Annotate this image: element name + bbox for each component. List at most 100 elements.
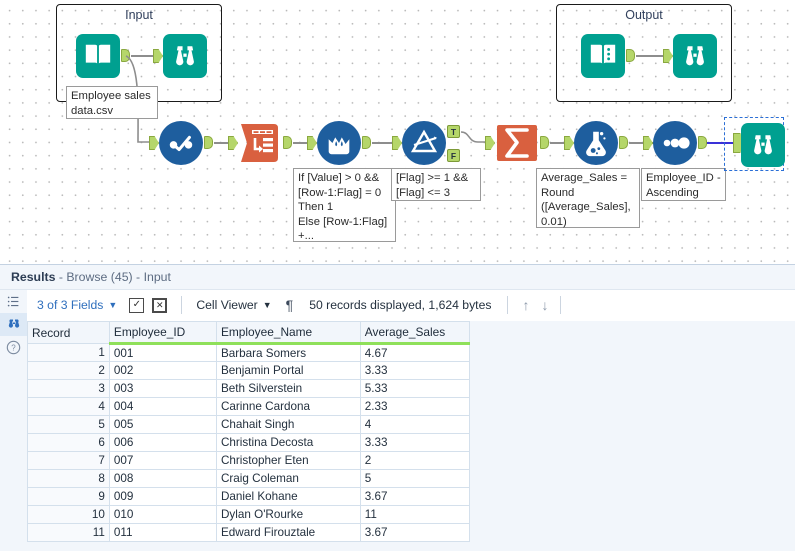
cell-id[interactable]: 007 (108, 451, 217, 470)
cell-rec[interactable]: 10 (27, 505, 110, 524)
cell-avg[interactable]: 3.67 (359, 523, 471, 542)
scroll-up-button[interactable]: ↑ (522, 297, 529, 313)
cell-viewer-dropdown[interactable]: Cell Viewer ▼ (196, 298, 271, 312)
list-view-icon[interactable] (0, 290, 27, 313)
cell-rec[interactable]: 3 (27, 379, 110, 398)
data-cleansing-tool[interactable] (317, 121, 361, 165)
cell-id[interactable]: 003 (108, 379, 217, 398)
cell-rec[interactable]: 5 (27, 415, 110, 434)
cell-rec[interactable]: 7 (27, 451, 110, 470)
browse-tool-input[interactable] (163, 34, 207, 78)
filter-input-anchor[interactable] (392, 136, 402, 150)
cell-name[interactable]: Craig Coleman (215, 469, 361, 488)
cell-name[interactable]: Christina Decosta (215, 433, 361, 452)
input-data-tool[interactable] (76, 34, 120, 78)
table-row[interactable]: 5 005 Chahait Singh 4 (27, 415, 471, 434)
browse-tool-output[interactable] (673, 34, 717, 78)
browse-tool-final[interactable] (741, 123, 785, 167)
cell-avg[interactable]: 11 (359, 505, 471, 524)
table-row[interactable]: 9 009 Daniel Kohane 3.67 (27, 487, 471, 506)
filter-tool[interactable] (402, 121, 446, 165)
cell-name[interactable]: Dylan O'Rourke (215, 505, 361, 524)
cell-name[interactable]: Benjamin Portal (215, 361, 361, 380)
cell-id[interactable]: 008 (108, 469, 217, 488)
table-row[interactable]: 8 008 Craig Coleman 5 (27, 469, 471, 488)
cell-id[interactable]: 004 (108, 397, 217, 416)
cell-name[interactable]: Carinne Cardona (215, 397, 361, 416)
table-row[interactable]: 2 002 Benjamin Portal 3.33 (27, 361, 471, 380)
formula-tool[interactable] (574, 121, 618, 165)
cell-name[interactable]: Chahait Singh (215, 415, 361, 434)
cell-avg[interactable]: 3.33 (359, 361, 471, 380)
mrf-output-anchor[interactable] (283, 136, 292, 149)
output-data-output-anchor[interactable] (626, 49, 635, 62)
select-input-anchor[interactable] (149, 136, 159, 150)
cell-id[interactable]: 011 (108, 523, 217, 542)
cell-avg[interactable]: 3.67 (359, 487, 471, 506)
help-icon[interactable]: ? (0, 336, 27, 359)
filter-false-anchor[interactable]: F (447, 149, 460, 162)
table-row[interactable]: 11 011 Edward Firouztale 3.67 (27, 523, 471, 542)
select-all-fields-button[interactable]: ✓ (129, 297, 145, 313)
cell-name[interactable]: Barbara Somers (215, 343, 361, 362)
cleanse-input-anchor[interactable] (307, 136, 317, 150)
output-data-tool[interactable] (581, 34, 625, 78)
browse-icon[interactable] (0, 313, 27, 336)
cell-avg[interactable]: 5 (359, 469, 471, 488)
cell-rec[interactable]: 6 (27, 433, 110, 452)
workflow-canvas[interactable]: Input Output Employee sales data.csv If … (0, 0, 795, 264)
table-row[interactable]: 3 003 Beth Silverstein 5.33 (27, 379, 471, 398)
mrf-input-anchor[interactable] (228, 136, 238, 150)
cell-rec[interactable]: 11 (27, 523, 110, 542)
multi-row-formula-tool[interactable] (238, 121, 282, 165)
formula-output-anchor[interactable] (619, 136, 628, 149)
sort-input-anchor[interactable] (643, 136, 653, 150)
filter-true-anchor[interactable]: T (447, 125, 460, 138)
table-row[interactable]: 7 007 Christopher Eten 2 (27, 451, 471, 470)
cell-name[interactable]: Edward Firouztale (215, 523, 361, 542)
input-data-output-anchor[interactable] (121, 49, 130, 62)
select-output-anchor[interactable] (204, 136, 213, 149)
cell-id[interactable]: 006 (108, 433, 217, 452)
column-header-employee-name[interactable]: Employee_Name (215, 321, 361, 345)
deselect-all-fields-button[interactable]: ✕ (152, 297, 168, 313)
table-row[interactable]: 10 010 Dylan O'Rourke 11 (27, 505, 471, 524)
summarize-output-anchor[interactable] (540, 136, 549, 149)
pilcrow-button[interactable]: ¶ (286, 297, 294, 313)
column-header-employee-id[interactable]: Employee_ID (108, 321, 217, 345)
cell-name[interactable]: Beth Silverstein (215, 379, 361, 398)
fields-dropdown[interactable]: 3 of 3 Fields ▼ (37, 298, 117, 312)
cell-avg[interactable]: 4.67 (359, 343, 471, 362)
cell-id[interactable]: 001 (108, 343, 217, 362)
select-tool[interactable] (159, 121, 203, 165)
cell-rec[interactable]: 8 (27, 469, 110, 488)
column-header-record[interactable]: Record (27, 321, 110, 344)
results-table-wrap[interactable]: Record Employee_ID Employee_Name Average… (27, 321, 795, 551)
cell-rec[interactable]: 1 (27, 343, 110, 362)
column-header-average-sales[interactable]: Average_Sales (359, 321, 471, 345)
cell-avg[interactable]: 3.33 (359, 433, 471, 452)
scroll-down-button[interactable]: ↓ (541, 297, 548, 313)
cleanse-output-anchor[interactable] (362, 136, 371, 149)
cell-rec[interactable]: 9 (27, 487, 110, 506)
cell-id[interactable]: 002 (108, 361, 217, 380)
cell-id[interactable]: 009 (108, 487, 217, 506)
summarize-tool[interactable] (495, 121, 539, 165)
cell-name[interactable]: Christopher Eten (215, 451, 361, 470)
sort-tool[interactable] (653, 121, 697, 165)
table-row[interactable]: 6 006 Christina Decosta 3.33 (27, 433, 471, 452)
table-row[interactable]: 1 001 Barbara Somers 4.67 (27, 343, 471, 362)
cell-avg[interactable]: 5.33 (359, 379, 471, 398)
cell-name[interactable]: Daniel Kohane (215, 487, 361, 506)
cell-rec[interactable]: 4 (27, 397, 110, 416)
table-row[interactable]: 4 004 Carinne Cardona 2.33 (27, 397, 471, 416)
cell-id[interactable]: 005 (108, 415, 217, 434)
sort-output-anchor[interactable] (698, 136, 707, 149)
cell-rec[interactable]: 2 (27, 361, 110, 380)
cell-avg[interactable]: 2.33 (359, 397, 471, 416)
cell-avg[interactable]: 2 (359, 451, 471, 470)
cell-avg[interactable]: 4 (359, 415, 471, 434)
formula-input-anchor[interactable] (564, 136, 574, 150)
cell-id[interactable]: 010 (108, 505, 217, 524)
summarize-input-anchor[interactable] (485, 136, 495, 150)
